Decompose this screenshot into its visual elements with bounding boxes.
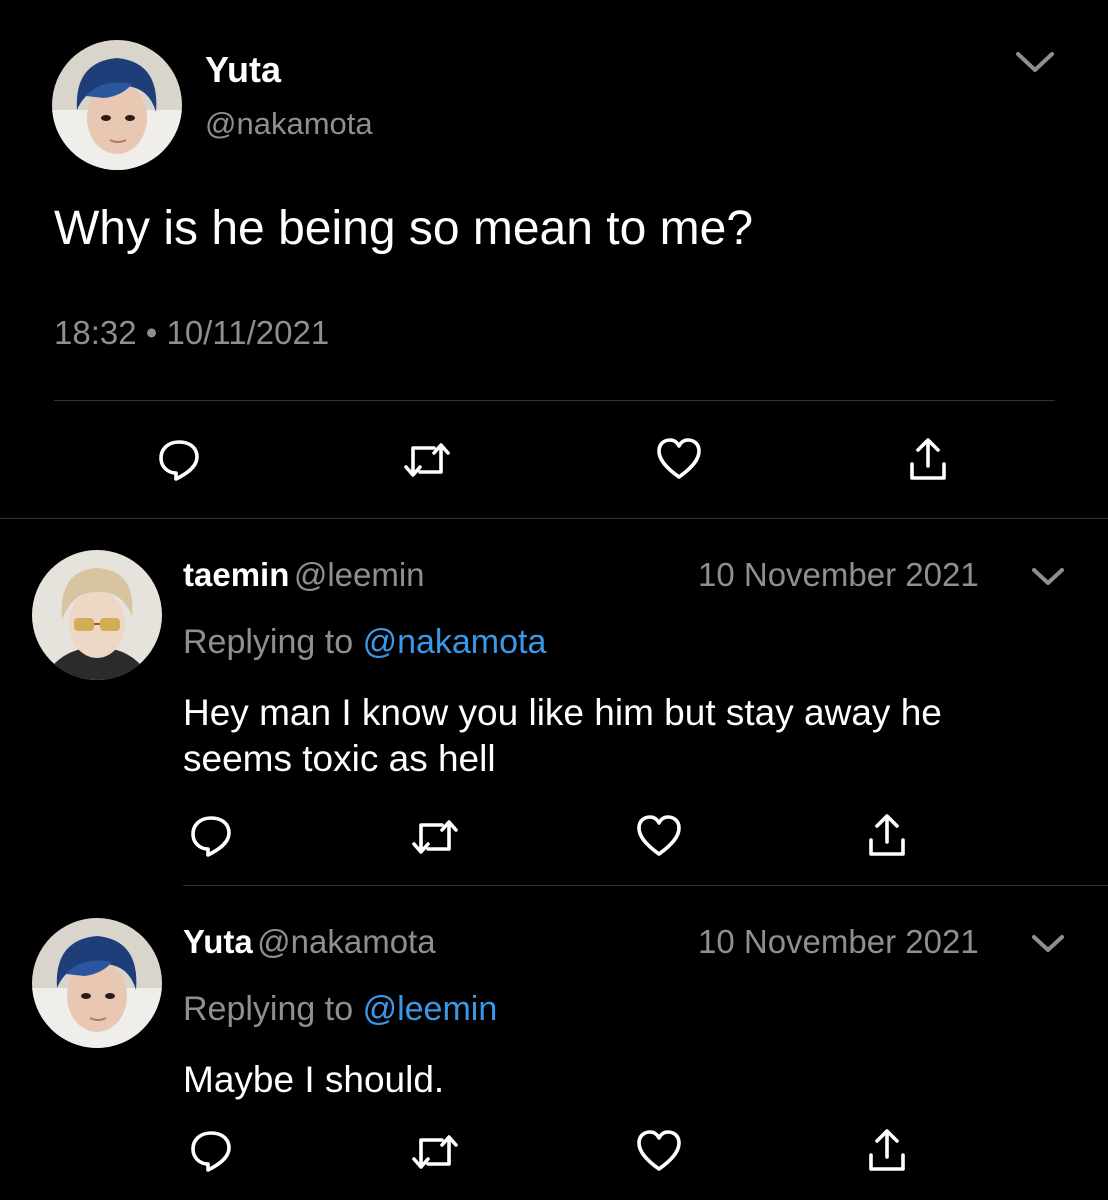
avatar-yuta[interactable] [52,40,182,170]
reply-header: taemin @leemin [183,555,425,602]
divider [54,400,1055,401]
reply-author-handle[interactable]: @nakamota [257,923,435,960]
chevron-down-icon[interactable] [1012,46,1058,80]
retweet-icon[interactable] [410,815,460,859]
reply-icon[interactable] [188,813,234,859]
replying-to-label: Replying to [183,990,354,1028]
avatar-taemin[interactable] [32,550,162,680]
reply-text: Maybe I should. [183,1057,444,1103]
replying-to: Replying to @leemin [183,988,497,1030]
reply-text-line: Maybe I should. [183,1059,445,1100]
reply-header: Yuta @nakamota [183,922,436,969]
author-handle[interactable]: @nakamota [205,104,373,144]
reply-author-name[interactable]: taemin [183,556,289,593]
share-icon[interactable] [865,812,909,858]
tweet-text: Why is he being so mean to me? [54,202,754,255]
reply-icon[interactable] [188,1128,234,1174]
section-divider [0,518,1108,519]
reply-text: Hey man I know you like him but stay awa… [183,690,942,782]
replying-to-label: Replying to [183,623,354,661]
author-name[interactable]: Yuta [205,48,281,92]
share-icon[interactable] [906,436,950,482]
reply-divider [183,885,1108,886]
reply-icon[interactable] [156,437,202,483]
reply-date: 10 November 2021 [698,556,979,593]
heart-icon[interactable] [635,814,683,858]
tweet-timestamp: 18:32 • 10/11/2021 [54,314,330,351]
reply-text-line: Hey man I know you like him but stay awa… [183,692,942,733]
share-icon[interactable] [865,1127,909,1173]
retweet-icon[interactable] [410,1130,460,1174]
chevron-down-icon[interactable] [1028,562,1068,592]
reply-date: 10 November 2021 [698,923,979,960]
heart-icon[interactable] [635,1129,683,1173]
replying-to: Replying to @nakamota [183,621,546,663]
heart-icon[interactable] [655,437,703,481]
chevron-down-icon[interactable] [1028,929,1068,959]
replying-to-link[interactable]: @nakamota [363,623,547,661]
retweet-icon[interactable] [402,438,452,482]
replying-to-link[interactable]: @leemin [363,990,498,1028]
reply-author-name[interactable]: Yuta [183,923,253,960]
avatar-yuta[interactable] [32,918,162,1048]
reply-author-handle[interactable]: @leemin [294,556,425,593]
reply-text-line: seems toxic as hell [183,738,496,779]
